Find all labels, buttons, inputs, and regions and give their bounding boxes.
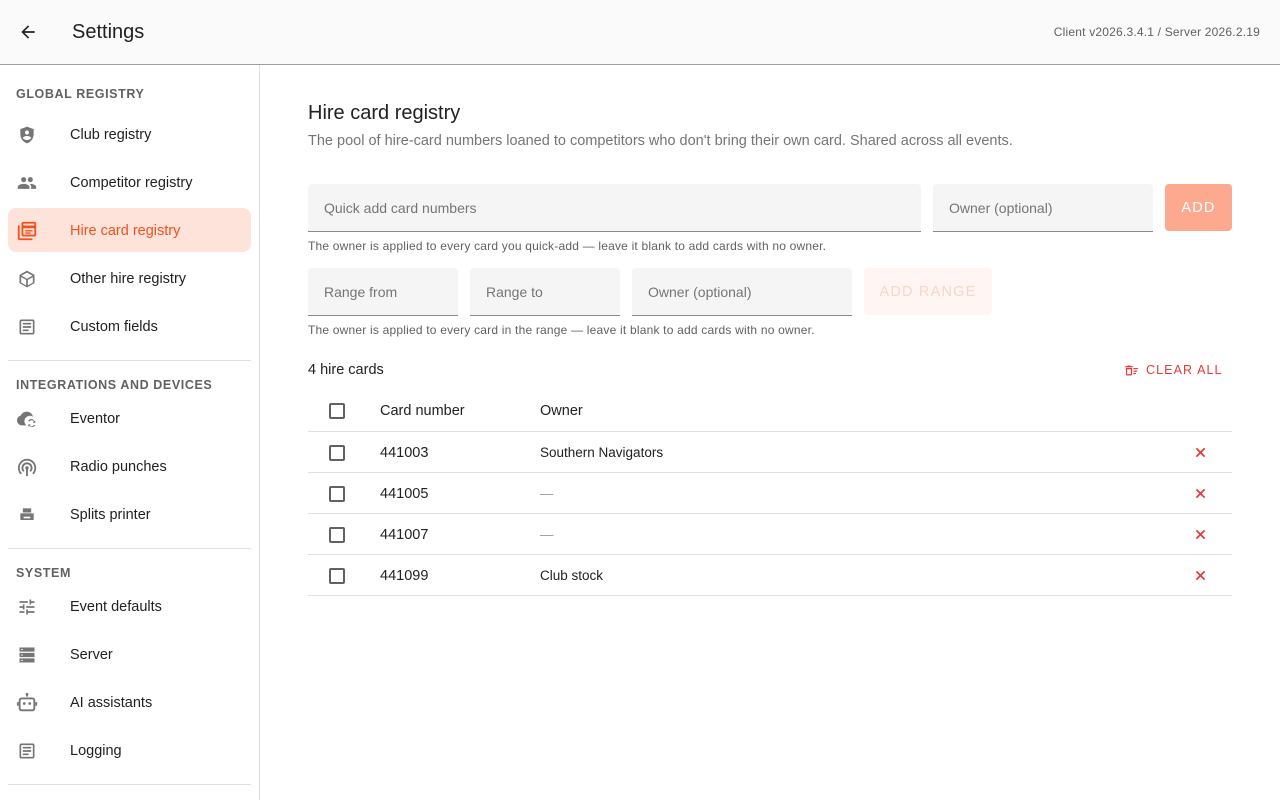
shield-person-icon	[16, 124, 38, 146]
version-info: Client v2026.3.4.1 / Server 2026.2.19	[1053, 25, 1260, 39]
close-icon	[1195, 570, 1205, 580]
sidebar-item-hire-card-registry[interactable]: Hire card registry	[8, 208, 251, 252]
close-icon	[1195, 447, 1205, 457]
sidebar-item-custom-fields[interactable]: Custom fields	[8, 304, 251, 348]
card-number-cell: 441099	[380, 568, 429, 584]
quick-add-owner-input[interactable]	[933, 184, 1153, 231]
delete-row-button[interactable]	[1192, 444, 1208, 460]
range-from-field	[308, 268, 458, 316]
delete-row-button[interactable]	[1192, 485, 1208, 501]
sidebar-divider	[8, 784, 251, 785]
delete-sweep-icon	[1125, 365, 1138, 375]
section-title-global-registry: GLOBAL REGISTRY	[16, 87, 145, 101]
sidebar-item-label: Splits printer	[70, 507, 151, 523]
antenna-icon	[16, 456, 38, 478]
cloud-sync-icon	[16, 408, 38, 430]
delete-row-button[interactable]	[1192, 567, 1208, 583]
sidebar-item-label: Competitor registry	[70, 175, 193, 191]
table-row: 441099 Club stock	[308, 555, 1232, 596]
page-header-title: Settings	[72, 21, 145, 43]
column-header-owner: Owner	[540, 403, 583, 419]
table-header-row: Card number Owner	[308, 390, 1232, 432]
sidebar-item-label: Other hire registry	[70, 271, 187, 287]
sidebar-item-label: Server	[70, 647, 113, 663]
sidebar-item-server[interactable]: Server	[8, 632, 251, 676]
sidebar-item-eventor[interactable]: Eventor	[8, 396, 251, 440]
owner-cell: —	[540, 527, 554, 542]
row-checkbox[interactable]	[329, 486, 345, 502]
settings-sidebar: GLOBAL REGISTRY Club registry Competitor…	[0, 65, 260, 800]
close-icon	[1195, 529, 1205, 539]
sidebar-item-label: AI assistants	[70, 695, 153, 711]
clear-all-button[interactable]: CLEAR ALL	[1116, 356, 1230, 384]
sidebar-item-club-registry[interactable]: Club registry	[8, 112, 251, 156]
sidebar-divider	[8, 360, 251, 361]
quick-add-card-field	[308, 184, 921, 232]
app-header: Settings Client v2026.3.4.1 / Server 202…	[0, 0, 1280, 65]
sidebar-item-label: Club registry	[70, 127, 152, 143]
row-checkbox[interactable]	[329, 527, 345, 543]
sidebar-item-label: Radio punches	[70, 459, 167, 475]
printer-icon	[16, 504, 38, 526]
column-header-card-number: Card number	[380, 403, 465, 419]
sidebar-item-other-hire-registry[interactable]: Other hire registry	[8, 256, 251, 300]
page-description: The pool of hire-card numbers loaned to …	[308, 133, 1013, 149]
row-checkbox[interactable]	[329, 568, 345, 584]
add-range-button[interactable]: ADD RANGE	[864, 268, 992, 315]
section-title-integrations: INTEGRATIONS AND DEVICES	[16, 378, 213, 392]
range-add-hint: The owner is applied to every card in th…	[308, 323, 815, 337]
owner-cell: —	[540, 486, 554, 501]
section-title-system: SYSTEM	[16, 566, 71, 580]
server-icon	[16, 644, 38, 666]
select-all-checkbox[interactable]	[329, 403, 345, 419]
back-button[interactable]	[12, 16, 44, 48]
delete-row-button[interactable]	[1192, 526, 1208, 542]
quick-add-card-input[interactable]	[308, 184, 921, 231]
owner-cell: Southern Navigators	[540, 445, 664, 460]
range-owner-field	[632, 268, 852, 316]
sidebar-item-label: Hire card registry	[70, 223, 181, 239]
row-checkbox[interactable]	[329, 445, 345, 461]
cards-icon	[16, 220, 38, 242]
table-row: 441003 Southern Navigators	[308, 432, 1232, 473]
sidebar-item-event-defaults[interactable]: Event defaults	[8, 584, 251, 628]
page-title: Hire card registry	[308, 102, 461, 124]
range-to-field	[470, 268, 620, 316]
add-button[interactable]: ADD	[1165, 184, 1232, 231]
people-icon	[16, 172, 38, 194]
quick-add-owner-field	[933, 184, 1153, 232]
log-icon	[16, 740, 38, 762]
sidebar-divider	[8, 548, 251, 549]
hire-card-table: Card number Owner 441003 Southern Naviga…	[308, 390, 1232, 596]
close-icon	[1195, 488, 1205, 498]
range-from-input[interactable]	[308, 268, 458, 315]
robot-icon	[16, 692, 38, 714]
arrow-back-icon	[21, 25, 35, 39]
sidebar-item-label: Custom fields	[70, 319, 158, 335]
quick-add-hint: The owner is applied to every card you q…	[308, 239, 827, 253]
sidebar-item-label: Eventor	[70, 411, 120, 427]
table-row: 441007 —	[308, 514, 1232, 555]
sidebar-item-splits-printer[interactable]: Splits printer	[8, 492, 251, 536]
table-row: 441005 —	[308, 473, 1232, 514]
range-owner-input[interactable]	[632, 268, 852, 315]
sidebar-item-logging[interactable]: Logging	[8, 728, 251, 772]
sidebar-item-label: Logging	[70, 743, 122, 759]
sidebar-item-radio-punches[interactable]: Radio punches	[8, 444, 251, 488]
box-icon	[16, 268, 38, 290]
sidebar-item-ai-assistants[interactable]: AI assistants	[8, 680, 251, 724]
hire-card-count: 4 hire cards	[308, 362, 384, 378]
owner-cell: Club stock	[540, 568, 604, 583]
sidebar-item-competitor-registry[interactable]: Competitor registry	[8, 160, 251, 204]
form-icon	[16, 316, 38, 338]
range-to-input[interactable]	[470, 268, 620, 315]
card-number-cell: 441003	[380, 445, 429, 461]
card-number-cell: 441007	[380, 527, 429, 543]
tune-icon	[16, 596, 38, 618]
card-number-cell: 441005	[380, 486, 429, 502]
clear-all-label: CLEAR ALL	[1146, 363, 1223, 377]
sidebar-item-label: Event defaults	[70, 599, 162, 615]
